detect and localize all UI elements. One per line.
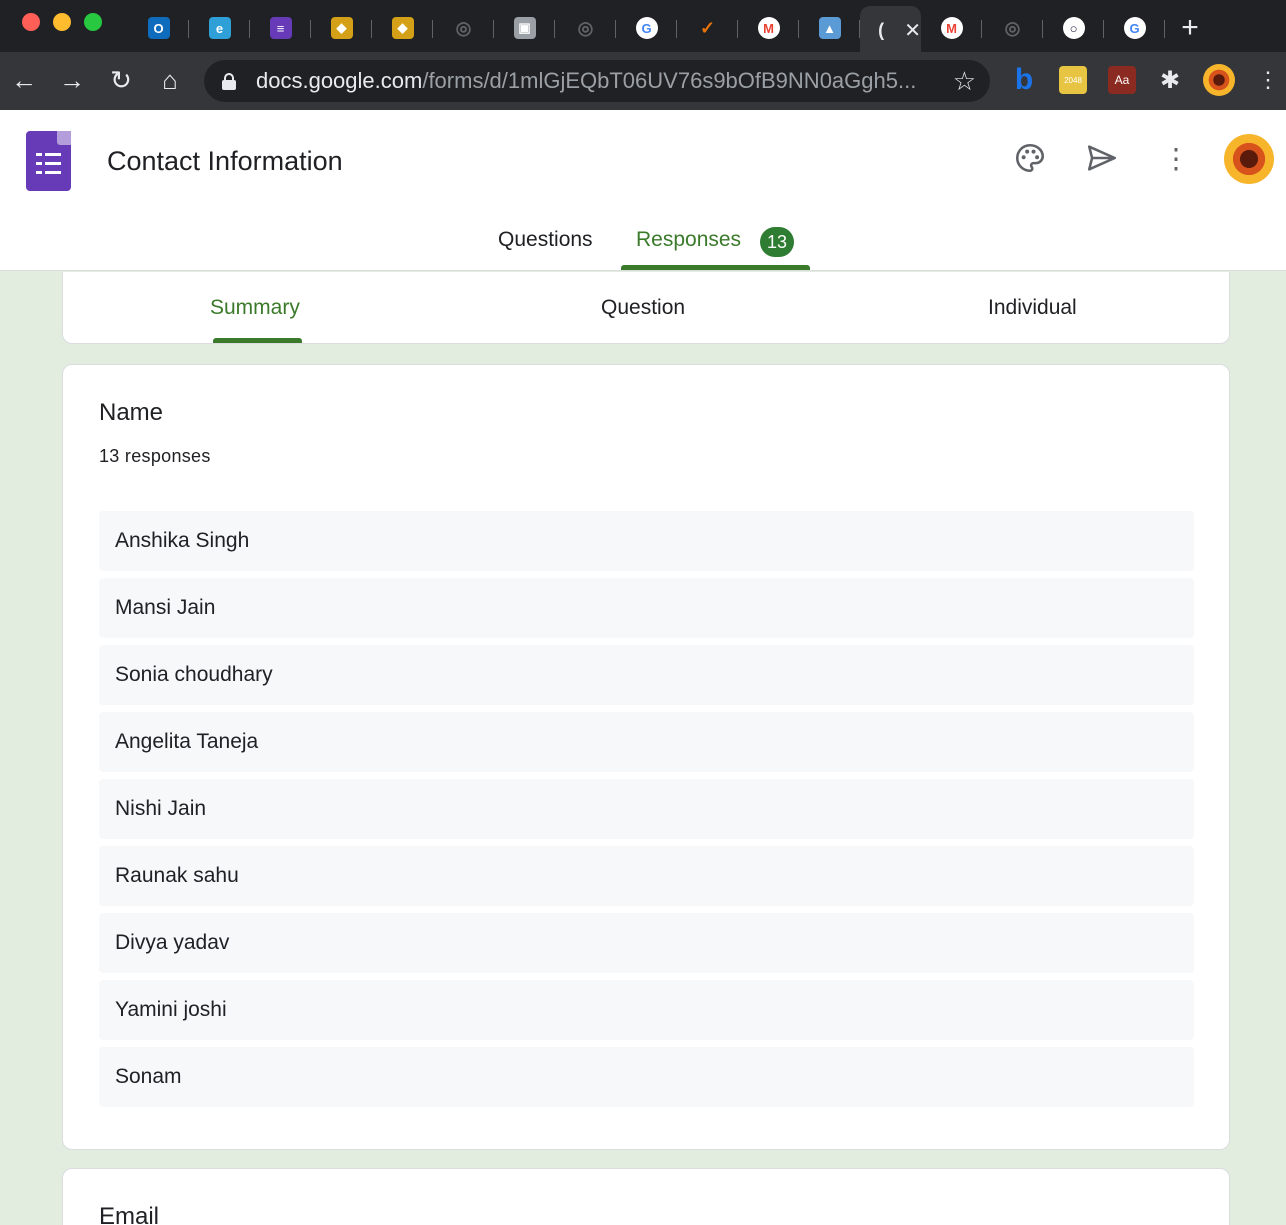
response-row: Mansi Jain: [99, 578, 1194, 638]
browser-tab[interactable]: G: [616, 6, 677, 50]
response-row: Nishi Jain: [99, 779, 1194, 839]
tab-questions[interactable]: Questions: [498, 228, 593, 252]
extensions-puzzle-icon[interactable]: ✱: [1156, 66, 1184, 94]
browser-tab[interactable]: ▲: [799, 6, 860, 50]
browser-tab[interactable]: ○: [1043, 6, 1104, 50]
response-list: Anshika Singh Mansi Jain Sonia choudhary An…: [99, 511, 1194, 1114]
globe-icon: ◎: [1004, 17, 1021, 38]
profile-avatar[interactable]: [1203, 64, 1235, 96]
response-count: 13 responses: [99, 446, 211, 466]
shield-icon: ◆: [391, 17, 414, 39]
browser-tab[interactable]: ◆: [372, 6, 433, 50]
bookmark-star-icon[interactable]: ☆: [953, 66, 976, 97]
tab-separator: [1164, 20, 1165, 38]
tab-individual[interactable]: Individual: [988, 296, 1077, 320]
browser-toolbar: ← → ↻ ⌂ docs.google.com/forms/d/1mlGjEQb…: [0, 52, 1286, 110]
image-icon: ▲: [818, 17, 841, 39]
reload-icon[interactable]: ↻: [103, 62, 139, 98]
question-summary-card: Email: [62, 1168, 1230, 1225]
browser-tab[interactable]: M: [921, 6, 982, 50]
game-2048-extension-icon[interactable]: 2048: [1059, 66, 1087, 94]
browser-tab[interactable]: (✕: [860, 6, 921, 54]
palette-icon[interactable]: [1010, 138, 1050, 178]
browser-tab[interactable]: e: [189, 6, 250, 50]
browser-tab[interactable]: ✓: [677, 6, 738, 50]
outlook-icon: O: [147, 17, 170, 39]
tab-question[interactable]: Question: [601, 296, 685, 320]
browser-tab[interactable]: ◎: [982, 6, 1043, 50]
tab-summary[interactable]: Summary: [210, 296, 300, 320]
response-row: Yamini joshi: [99, 980, 1194, 1040]
close-tab-icon[interactable]: ✕: [904, 18, 921, 43]
forms-icon: ≡: [269, 17, 292, 39]
browser-tab[interactable]: ◆: [311, 6, 372, 50]
edge-icon: e: [208, 17, 231, 39]
bing-extension-icon[interactable]: b: [1010, 63, 1038, 96]
response-row: Angelita Taneja: [99, 712, 1194, 772]
google-icon: G: [1123, 17, 1146, 39]
maximize-window-button[interactable]: [84, 13, 102, 31]
google-forms-logo[interactable]: [26, 131, 71, 191]
question-summary-card: Name 13 responses Anshika Singh Mansi Jai…: [62, 364, 1230, 1150]
browser-tab[interactable]: M: [738, 6, 799, 50]
slides-icon: ▣: [513, 17, 536, 39]
question-title: Email: [99, 1203, 160, 1225]
shield-icon: ◆: [330, 17, 353, 39]
response-row: Raunak sahu: [99, 846, 1194, 906]
new-tab-icon[interactable]: +: [1165, 11, 1215, 45]
ring-icon: ○: [1062, 17, 1085, 39]
loading-icon: (: [878, 19, 885, 40]
browser-tab[interactable]: G: [1104, 6, 1165, 50]
globe-icon: ◎: [577, 17, 594, 38]
question-title: Name: [99, 399, 164, 426]
forms-header: Contact Information ⋮ Questions Response…: [0, 110, 1286, 271]
active-tab-indicator: [621, 265, 810, 270]
url-text[interactable]: docs.google.com/forms/d/1mlGjEQbT06UV76s…: [256, 68, 936, 94]
response-row: Sonam: [99, 1047, 1194, 1107]
browser-tabs: Oe ≡ ◆ ◆ ◎ ▣ ◎ G ✓ M ▲(✕ M ◎ ○ G +: [128, 4, 1286, 54]
send-icon[interactable]: [1082, 138, 1122, 178]
browser-tab[interactable]: ≡: [250, 6, 311, 50]
browser-tab-strip: Oe ≡ ◆ ◆ ◎ ▣ ◎ G ✓ M ▲(✕ M ◎ ○ G +: [0, 0, 1286, 54]
home-icon[interactable]: ⌂: [152, 62, 188, 98]
form-title[interactable]: Contact Information: [107, 146, 343, 177]
close-window-button[interactable]: [22, 13, 40, 31]
response-row: Divya yadav: [99, 913, 1194, 973]
response-row: Sonia choudhary: [99, 645, 1194, 705]
lock-icon[interactable]: [222, 73, 236, 90]
back-icon[interactable]: ←: [6, 62, 42, 98]
checkmark-icon: ✓: [699, 17, 716, 38]
minimize-window-button[interactable]: [53, 13, 71, 31]
browser-tab[interactable]: ◎: [555, 6, 616, 50]
active-subtab-indicator: [213, 338, 302, 343]
dictionary-extension-icon[interactable]: Aa: [1108, 66, 1136, 94]
browser-tab[interactable]: ▣: [494, 6, 555, 50]
tab-responses[interactable]: Responses: [636, 228, 741, 252]
gmail-icon: M: [757, 17, 780, 39]
response-view-tabs: Summary Question Individual: [62, 272, 1230, 344]
browser-tab[interactable]: ◎: [433, 6, 494, 50]
browser-tab[interactable]: O: [128, 6, 189, 50]
user-avatar[interactable]: [1224, 134, 1274, 184]
more-options-icon[interactable]: ⋮: [1156, 138, 1196, 178]
globe-icon: ◎: [455, 17, 472, 38]
browser-menu-icon[interactable]: ⋮: [1250, 62, 1286, 98]
responses-count-badge: 13: [760, 227, 794, 257]
address-bar[interactable]: docs.google.com/forms/d/1mlGjEQbT06UV76s…: [204, 60, 990, 102]
response-row: Anshika Singh: [99, 511, 1194, 571]
gmail-icon: M: [940, 17, 963, 39]
forward-icon[interactable]: →: [54, 62, 90, 98]
google-icon: G: [635, 17, 658, 39]
